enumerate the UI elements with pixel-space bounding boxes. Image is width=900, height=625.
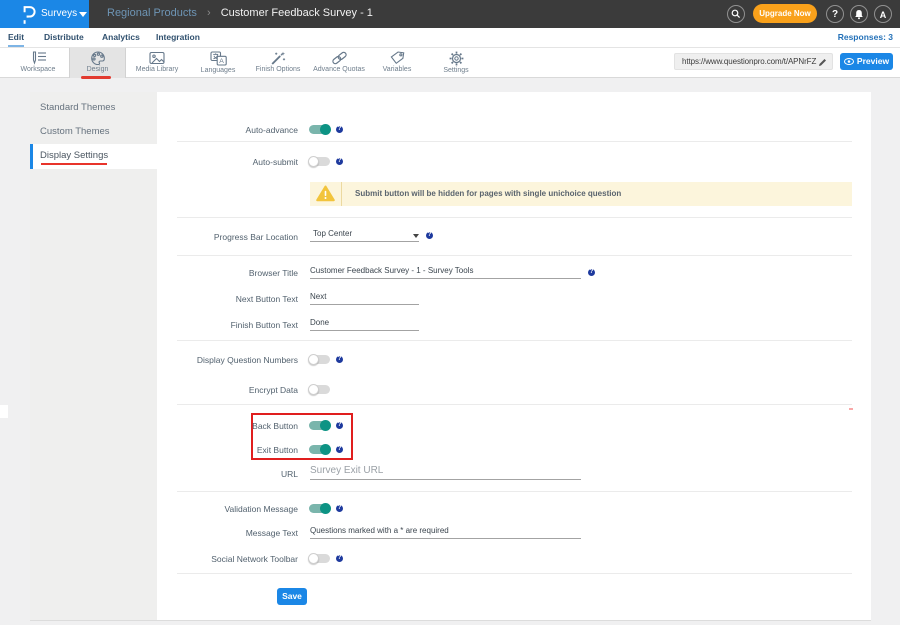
- svg-text:A: A: [219, 58, 224, 65]
